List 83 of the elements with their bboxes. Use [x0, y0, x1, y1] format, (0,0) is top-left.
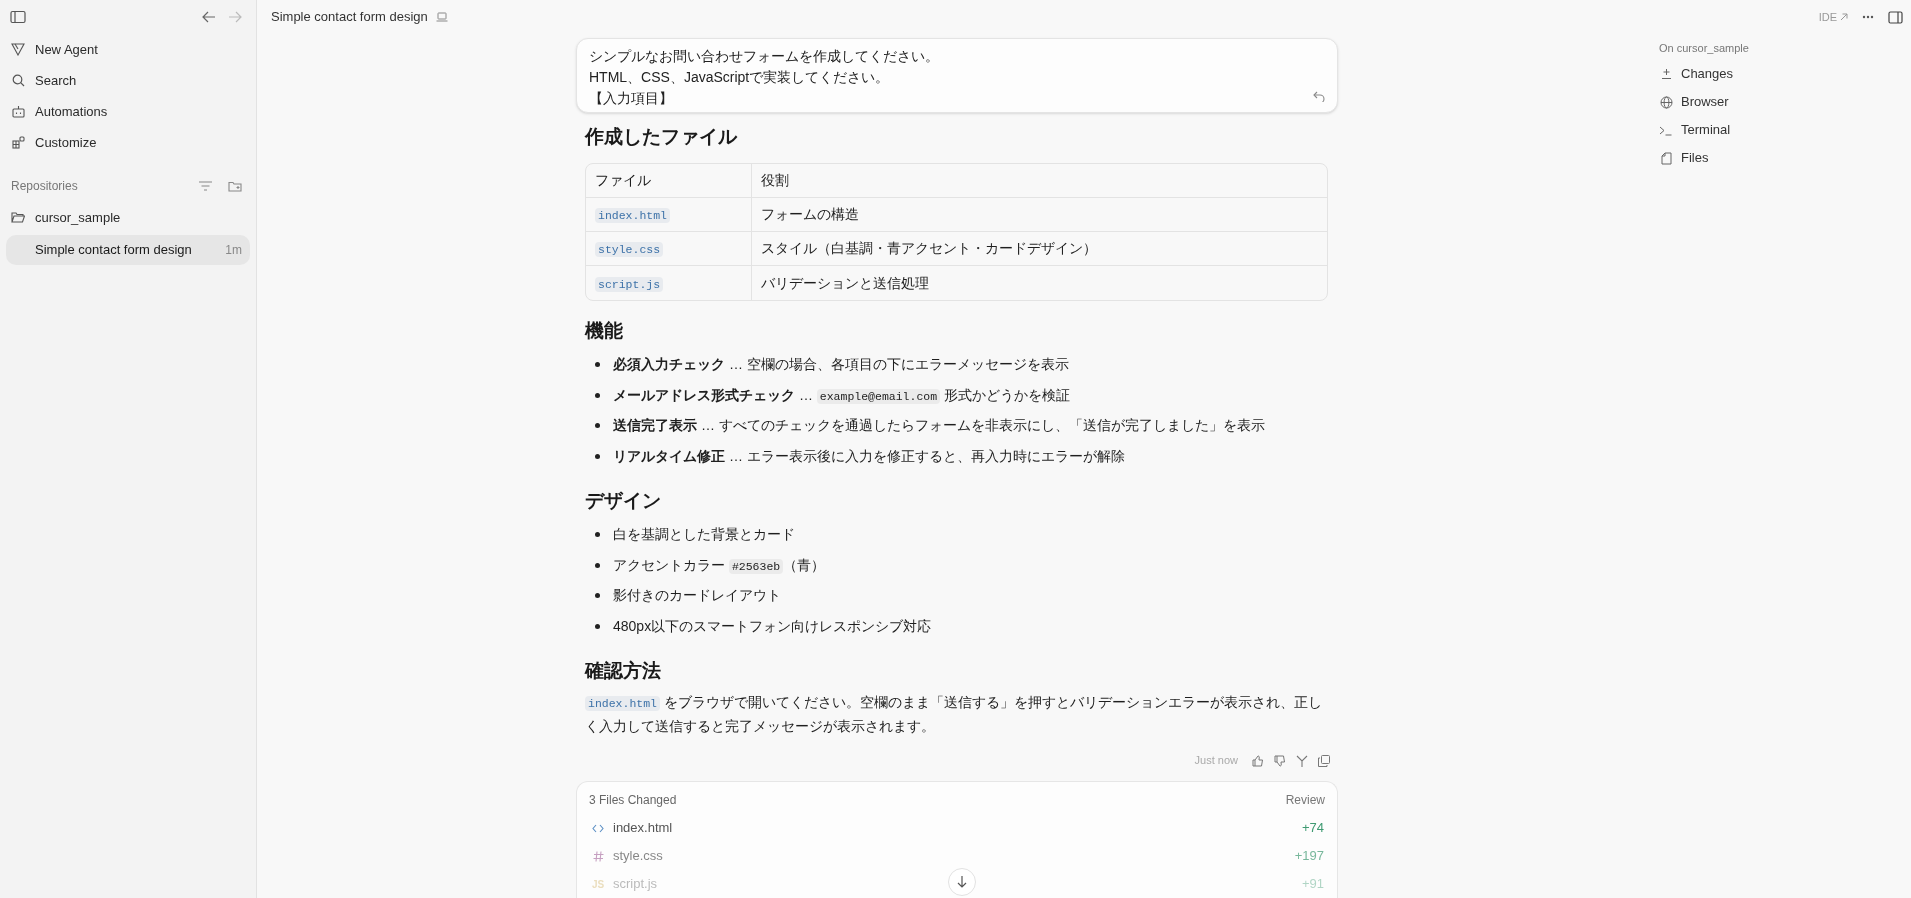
- open-folder-icon: [11, 212, 25, 223]
- new-folder-icon[interactable]: [228, 180, 242, 192]
- list-item-text: リアルタイム修正 … エラー表示後に入力を修正すると、再入力時にエラーが解除: [613, 446, 1125, 466]
- chat-title: Simple contact form design: [271, 8, 428, 27]
- hash-icon: [592, 850, 604, 862]
- nav-item[interactable]: New Agent: [6, 34, 250, 65]
- file-icon: [1660, 151, 1672, 165]
- bullet: [595, 423, 600, 429]
- table-cell-text: バリデーションと送信処理: [760, 273, 930, 293]
- panel-item[interactable]: Changes: [1659, 60, 1911, 88]
- changed-file-row[interactable]: style.css +197: [589, 842, 1325, 870]
- chat-item-time: 1m: [225, 242, 242, 259]
- bullet: [595, 453, 600, 459]
- back-icon[interactable]: [202, 11, 216, 23]
- nav-item[interactable]: Customize: [6, 127, 250, 158]
- list-item-text: 白を基調とした背景とカード: [613, 525, 795, 545]
- table-cell: style.css: [586, 232, 752, 267]
- list-item-text: メールアドレス形式チェック … example@email.com 形式かどうかを検証: [613, 385, 1070, 406]
- section-heading: 機能: [585, 319, 624, 344]
- review-link[interactable]: Review: [1285, 791, 1325, 809]
- search-icon: [11, 74, 25, 87]
- repository-item[interactable]: cursor_sample: [6, 202, 250, 233]
- table-cell: index.html: [586, 198, 752, 233]
- down-arrow-icon: [957, 876, 967, 888]
- panel-title: On cursor_sample: [1659, 41, 1750, 57]
- section-heading: 確認方法: [585, 659, 662, 684]
- bullet: [595, 623, 600, 629]
- table-cell: スタイル（白基調・青アクセント・カードデザイン）: [752, 232, 1327, 267]
- bullet: [595, 392, 600, 398]
- thumbs-up-icon[interactable]: [1252, 754, 1264, 767]
- undo-icon[interactable]: [1313, 91, 1325, 103]
- additions-count: +74: [1301, 819, 1324, 838]
- section-heading: デザイン: [585, 489, 662, 514]
- table-cell: script.js: [586, 266, 752, 301]
- list-item-text: 影付きのカードレイアウト: [613, 586, 781, 606]
- code-icon: [592, 823, 604, 833]
- panel-item[interactable]: Browser: [1659, 88, 1911, 116]
- robot-icon: [11, 105, 25, 118]
- changed-file-row[interactable]: index.html +74: [589, 814, 1325, 842]
- laptop-icon[interactable]: [435, 12, 448, 22]
- file-name: style.css: [613, 847, 663, 866]
- table-cell: フォームの構造: [752, 198, 1327, 233]
- list-item-text: アクセントカラー #2563eb （青）: [613, 555, 826, 576]
- panel-item[interactable]: Terminal: [1659, 116, 1911, 144]
- file-name: script.js: [613, 875, 658, 894]
- paragraph: index.html をブラウザで開いてください。空欄のまま「送信する」を押すとバリデーションエラーが表示され、正しく入力して送信すると完了メッセージが表示されます。: [585, 693, 1323, 737]
- additions-count: +91: [1301, 875, 1324, 894]
- sidebar-toggle-icon[interactable]: [10, 10, 26, 24]
- column-header: 役割: [752, 164, 1327, 199]
- bullet: [595, 362, 600, 368]
- thumbs-down-icon[interactable]: [1274, 754, 1286, 767]
- bullet: [595, 593, 600, 599]
- agent-icon: [11, 43, 25, 56]
- copy-icon[interactable]: [1318, 754, 1330, 767]
- list-item-text: 480px以下のスマートフォン向けレスポンシブ対応: [613, 616, 932, 636]
- plus-minus-icon: [1660, 68, 1672, 80]
- nav-item[interactable]: Automations: [6, 96, 250, 127]
- panel-toggle-icon[interactable]: [1888, 10, 1903, 24]
- timestamp: Just now: [1194, 753, 1238, 769]
- blocks-icon: [11, 136, 25, 149]
- section-title: Repositories: [11, 178, 78, 195]
- list-item-text: 送信完了表示 … すべてのチェックを通過したらフォームを非表示にし、「送信が完了しました」を表示: [613, 416, 1265, 436]
- files-changed-title: 3 Files Changed: [589, 792, 677, 809]
- globe-icon: [1659, 95, 1673, 109]
- chat-item-title: Simple contact form design: [35, 241, 192, 260]
- branch-icon[interactable]: [1296, 754, 1308, 767]
- column-header: ファイル: [586, 164, 752, 199]
- terminal-icon: [1659, 124, 1673, 136]
- message-line: シンプルなお問い合わせフォームを作成してください。: [589, 47, 939, 66]
- bullet: [595, 562, 600, 568]
- nav-item[interactable]: Search: [6, 65, 250, 96]
- message-line: 【入力項目】: [589, 89, 673, 108]
- additions-count: +197: [1294, 847, 1324, 866]
- list-item-text: 必須入力チェック … 空欄の場合、各項目の下にエラーメッセージを表示: [613, 355, 1069, 375]
- bullet: [595, 532, 600, 538]
- more-icon[interactable]: [1862, 15, 1874, 19]
- section-heading: 作成したファイル: [585, 125, 738, 150]
- chat-item[interactable]: Simple contact form design 1m: [6, 235, 250, 265]
- panel-item[interactable]: Files: [1659, 144, 1911, 172]
- file-name: index.html: [613, 819, 673, 838]
- js-label: JS: [591, 877, 605, 892]
- message-line: HTML、CSS、JavaScriptで実装してください。: [589, 68, 890, 87]
- external-link-icon: [1840, 13, 1848, 21]
